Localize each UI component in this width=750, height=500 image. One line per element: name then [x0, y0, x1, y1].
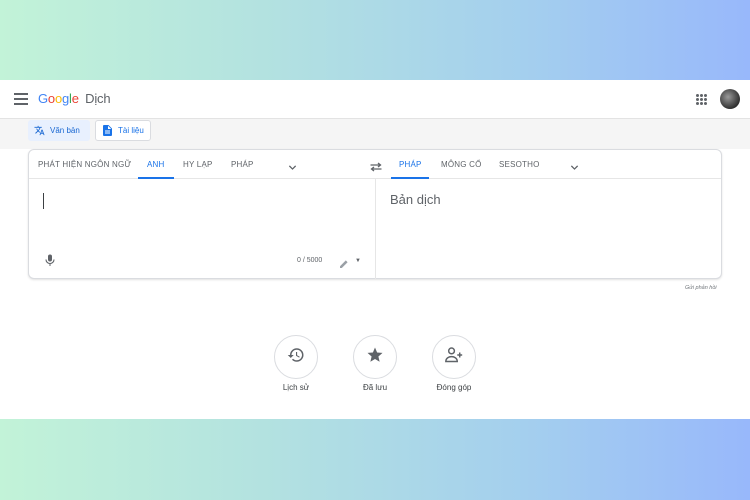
logo-letter-o2: o: [54, 91, 62, 106]
tab-source-french[interactable]: PHÁP: [231, 160, 254, 169]
character-counter: 0 / 5000: [297, 257, 323, 264]
contribute-people-icon: [444, 346, 464, 369]
avatar[interactable]: [720, 89, 740, 109]
history-icon: [287, 346, 305, 369]
tab-target-mongolian[interactable]: MÔNG CỔ: [441, 160, 482, 169]
translate-icon: [34, 125, 45, 136]
saved-button[interactable]: [353, 335, 397, 379]
text-mode-button[interactable]: Văn bản: [28, 120, 90, 141]
contribute-label: Đóng góp: [436, 383, 472, 392]
text-cursor: [43, 193, 44, 209]
input-tools-dropdown-icon[interactable]: ▼: [355, 258, 361, 264]
tab-source-english[interactable]: ANH: [147, 160, 165, 169]
product-name: Dịch: [85, 91, 111, 106]
text-mode-label: Văn bản: [50, 126, 80, 135]
send-feedback-link[interactable]: Gửi phản hồi: [685, 285, 717, 291]
logo-letter-g: G: [38, 91, 48, 106]
source-more-languages-chevron-icon[interactable]: [288, 159, 297, 170]
tab-target-french[interactable]: PHÁP: [399, 160, 422, 169]
logo[interactable]: Google Dịch: [38, 91, 111, 106]
logo-letter-e: e: [71, 91, 79, 106]
logo-letter-g2: g: [61, 91, 70, 106]
saved-label: Đã lưu: [362, 383, 388, 392]
source-text-input[interactable]: 0 / 5000 ▼: [29, 179, 375, 279]
history-label: Lịch sử: [282, 383, 310, 392]
target-more-languages-chevron-icon[interactable]: [570, 159, 579, 170]
tab-source-greek[interactable]: HY LẠP: [183, 160, 213, 169]
tab-target-sesotho[interactable]: SESOTHO: [499, 160, 540, 169]
star-icon: [366, 346, 384, 369]
mode-bar: Văn bản Tài liệu: [0, 119, 750, 149]
document-mode-button[interactable]: Tài liệu: [95, 120, 151, 141]
history-button[interactable]: [274, 335, 318, 379]
apps-grid-icon[interactable]: [696, 94, 707, 105]
contribute-button[interactable]: [432, 335, 476, 379]
translate-app: Google Dịch Văn bản Tài liệu PHÁT HIỆN N…: [0, 80, 750, 419]
document-icon: [102, 125, 113, 136]
menu-icon[interactable]: [14, 93, 28, 105]
tab-detect-language[interactable]: PHÁT HIỆN NGÔN NGỮ: [38, 160, 131, 169]
translation-placeholder: Bản dịch: [390, 192, 441, 207]
language-bar: PHÁT HIỆN NGÔN NGỮ ANH HY LẠP PHÁP PHÁP …: [29, 150, 721, 179]
document-mode-label: Tài liệu: [118, 126, 144, 135]
pencil-icon[interactable]: [339, 256, 349, 268]
microphone-icon[interactable]: [45, 253, 55, 266]
translation-card: PHÁT HIỆN NGÔN NGỮ ANH HY LẠP PHÁP PHÁP …: [28, 149, 722, 279]
translation-output: Bản dịch: [376, 179, 721, 279]
top-bar: Google Dịch: [0, 80, 750, 119]
swap-languages-icon[interactable]: [370, 159, 382, 172]
logo-letter-o1: o: [47, 91, 55, 106]
